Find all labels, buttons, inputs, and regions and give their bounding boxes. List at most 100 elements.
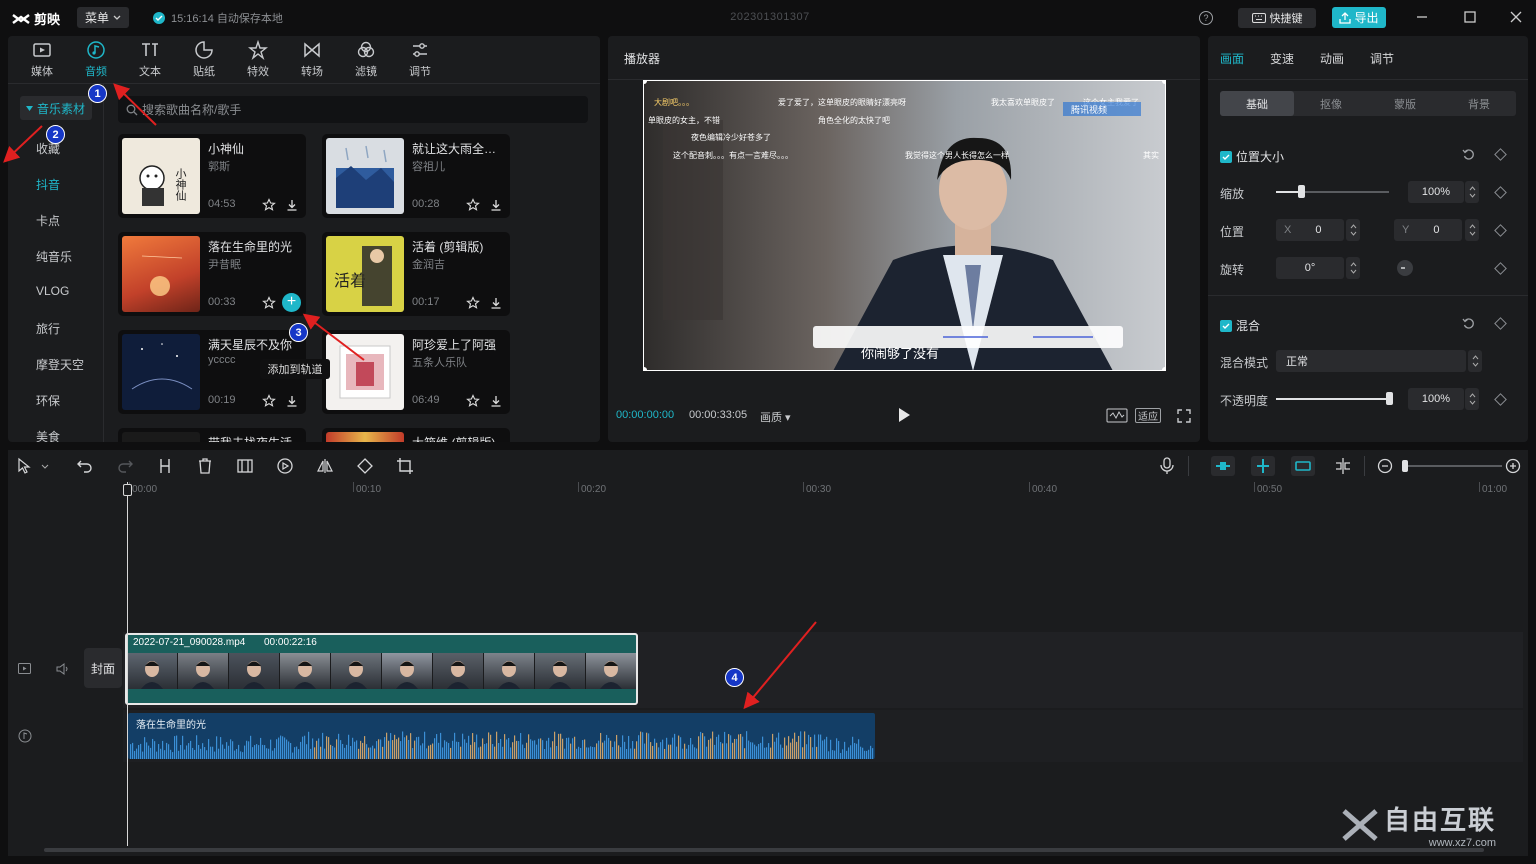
video-preview[interactable]: 大剧吧。。。 爱了爱了，这单眼皮的眼睛好漂亮呀 我太喜欢单眼皮了 这个女主我爱了… [643, 80, 1166, 371]
keyframe-icon[interactable] [1494, 224, 1507, 237]
star-icon[interactable] [466, 198, 480, 212]
main-track-magnet-icon[interactable] [1211, 456, 1235, 476]
opacity-stepper[interactable] [1465, 388, 1479, 410]
star-icon[interactable] [262, 394, 276, 408]
scale-stepper[interactable] [1465, 181, 1479, 203]
download-icon[interactable] [489, 394, 503, 408]
chevron-down-icon[interactable] [41, 464, 49, 469]
tab-sticker[interactable]: 贴纸 [184, 40, 224, 82]
scale-input[interactable]: 100% [1408, 181, 1464, 203]
zoom-out-icon[interactable] [1376, 457, 1394, 475]
slider-knob[interactable] [1297, 185, 1305, 198]
song-card[interactable]: 落在生命里的光 尹昔眠 00:33 + [118, 232, 306, 316]
rotate-input[interactable]: 0° [1276, 257, 1344, 279]
reset-icon[interactable] [1462, 148, 1475, 161]
sidebar-item-douyin[interactable]: 抖音 [36, 176, 60, 193]
section-position-size[interactable]: 位置大小 [1220, 148, 1284, 165]
star-icon[interactable] [466, 296, 480, 310]
audio-clip[interactable]: 落在生命里的光 [128, 713, 875, 759]
reset-icon[interactable] [1462, 317, 1475, 330]
sidebar-item-travel[interactable]: 旅行 [36, 320, 60, 337]
zoom-slider-knob[interactable] [1402, 460, 1408, 472]
fullscreen-icon[interactable] [1177, 409, 1191, 423]
reverse-play-icon[interactable] [276, 457, 294, 475]
zoom-in-icon[interactable] [1504, 457, 1522, 475]
song-card[interactable]: 活着 活着 (剪辑版) 金润吉 00:17 [322, 232, 510, 316]
rotate-icon[interactable] [356, 457, 374, 475]
menu-button[interactable]: 菜单 [77, 7, 129, 28]
sidebar-item-food[interactable]: 美食 [36, 428, 60, 442]
minimize-icon[interactable] [1414, 9, 1430, 25]
opacity-input[interactable]: 100% [1408, 388, 1464, 410]
subtab-cutout[interactable]: 抠像 [1294, 91, 1368, 116]
tab-adjust[interactable]: 调节 [1370, 50, 1394, 67]
playhead-handle[interactable] [123, 484, 132, 496]
zoom-slider[interactable] [1402, 465, 1502, 467]
section-blend[interactable]: 混合 [1220, 317, 1260, 334]
star-icon[interactable] [262, 198, 276, 212]
song-card[interactable]: 带我去找夜生活 [118, 428, 306, 442]
download-icon[interactable] [285, 198, 299, 212]
sidebar-item-beat[interactable]: 卡点 [36, 212, 60, 229]
video-clip[interactable]: 2022-07-21_090028.mp4 00:00:22:16 [125, 633, 638, 705]
maximize-icon[interactable] [1462, 9, 1478, 25]
slider-knob[interactable] [1386, 392, 1393, 405]
keyframe-icon[interactable] [1494, 148, 1507, 161]
waveform-view-icon[interactable] [1106, 408, 1128, 423]
song-card[interactable]: 阿珍爱上了阿强 五条人乐队 06:49 [322, 330, 510, 414]
song-card[interactable]: 就让这大雨全都落下 容祖儿 00:28 [322, 134, 510, 218]
tab-media[interactable]: 媒体 [22, 40, 62, 82]
song-card[interactable]: 小神仙 小神仙 郭斯 04:53 [118, 134, 306, 218]
select-cursor-icon[interactable] [16, 457, 34, 475]
sidebar-item-pure-music[interactable]: 纯音乐 [36, 248, 72, 265]
speaker-icon[interactable] [56, 663, 70, 675]
play-icon[interactable] [897, 407, 911, 423]
tab-canvas[interactable]: 画面 [1220, 50, 1244, 67]
download-icon[interactable] [489, 296, 503, 310]
position-y-input[interactable]: Y0 [1394, 219, 1462, 241]
sidebar-item-vlog[interactable]: VLOG [36, 284, 69, 298]
position-y-stepper[interactable] [1465, 219, 1479, 241]
music-library-group[interactable]: 音乐素材 [20, 96, 92, 120]
tab-speed[interactable]: 变速 [1270, 50, 1294, 67]
tab-filter[interactable]: 滤镜 [346, 40, 386, 82]
undo-icon[interactable] [76, 457, 94, 475]
auto-snap-icon[interactable] [1251, 456, 1275, 476]
add-to-track-button[interactable]: + [282, 293, 301, 312]
preview-axis-icon[interactable] [1334, 457, 1352, 475]
linkage-icon[interactable] [1291, 456, 1315, 476]
subtab-basic[interactable]: 基础 [1220, 91, 1294, 116]
sidebar-item-modern-sky[interactable]: 摩登天空 [36, 356, 84, 373]
microphone-icon[interactable] [1158, 457, 1176, 475]
keyframe-icon[interactable] [1494, 262, 1507, 275]
split-icon[interactable] [156, 457, 174, 475]
tab-animation[interactable]: 动画 [1320, 50, 1344, 67]
export-button[interactable]: 导出 [1332, 7, 1386, 28]
download-icon[interactable] [489, 198, 503, 212]
star-icon[interactable] [466, 394, 480, 408]
delete-icon[interactable] [196, 457, 214, 475]
music-search-input[interactable]: 搜索歌曲名称/歌手 [118, 96, 588, 123]
timeline-scrollbar[interactable] [44, 848, 1484, 852]
position-x-stepper[interactable] [1346, 219, 1360, 241]
blend-mode-stepper[interactable] [1468, 350, 1482, 372]
download-icon[interactable] [285, 394, 299, 408]
keyframe-icon[interactable] [1494, 393, 1507, 406]
rotate-dial-icon[interactable] [1396, 259, 1414, 277]
subtab-mask[interactable]: 蒙版 [1368, 91, 1442, 116]
star-icon[interactable] [262, 296, 276, 310]
tab-effects[interactable]: 特效 [238, 40, 278, 82]
crop-icon[interactable] [396, 457, 414, 475]
help-icon[interactable]: ? [1199, 11, 1213, 25]
fit-ratio-button[interactable]: 适应 [1135, 408, 1161, 423]
subtab-background[interactable]: 背景 [1442, 91, 1516, 116]
sidebar-item-eco[interactable]: 环保 [36, 392, 60, 409]
tab-text[interactable]: 文本 [130, 40, 170, 82]
song-card[interactable]: 大箱维 (剪辑版) [322, 428, 510, 442]
tab-adjust[interactable]: 调节 [400, 40, 440, 82]
blend-mode-select[interactable]: 正常 [1276, 350, 1466, 372]
quality-dropdown[interactable]: 画质 ▾ [760, 409, 791, 425]
close-icon[interactable] [1508, 9, 1524, 25]
keyframe-icon[interactable] [1494, 317, 1507, 330]
keyframe-icon[interactable] [1494, 186, 1507, 199]
